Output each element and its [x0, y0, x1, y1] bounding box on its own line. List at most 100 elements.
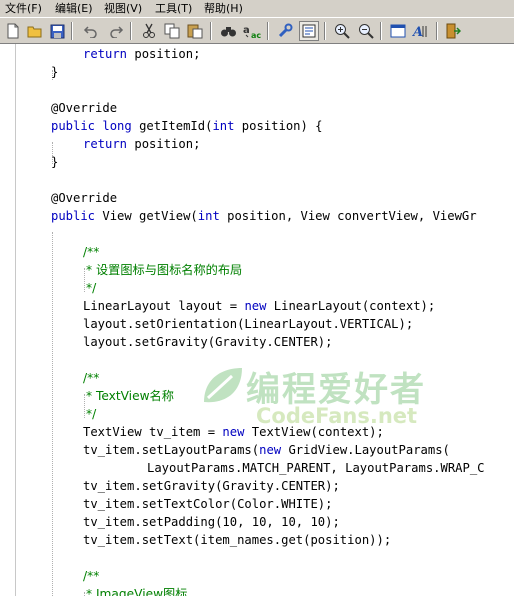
toolbar-separator	[71, 22, 73, 40]
menu-file[interactable]: 文件(F)	[5, 0, 42, 17]
toolbar-separator	[380, 22, 382, 40]
window-icon	[390, 24, 406, 38]
scissors-icon	[143, 23, 155, 38]
toolbar-separator	[436, 22, 438, 40]
keyword: return	[83, 137, 128, 151]
code-line: layout.setGravity(Gravity.CENTER);	[83, 333, 332, 351]
properties-button[interactable]	[299, 21, 319, 41]
code-line: tv_item.setTextColor(Color.WHITE);	[83, 495, 332, 513]
code-line: tv_item.setLayoutParams(new GridView.Lay…	[83, 441, 450, 459]
code-line: }	[51, 153, 58, 171]
toolbar-separator	[324, 22, 326, 40]
keyword: new	[259, 443, 282, 457]
redo-button[interactable]	[106, 21, 126, 41]
new-file-icon	[7, 23, 19, 39]
code-line: */	[86, 405, 96, 423]
binoculars-icon	[220, 27, 236, 37]
svg-text:A: A	[412, 25, 423, 39]
code-line: * ImageView图标	[86, 585, 187, 596]
code-text: TextView(context);	[244, 425, 384, 439]
toolbar-separator	[267, 22, 269, 40]
wrench-icon	[278, 23, 293, 38]
zoom-out-icon	[359, 24, 374, 39]
code-text: LayoutParams.MATCH_PARENT, LayoutParams.…	[147, 461, 485, 475]
code-text: tv_item.setTextColor(Color.WHITE);	[83, 497, 333, 511]
code-text: LinearLayout(context);	[266, 299, 436, 313]
exit-button[interactable]	[443, 21, 463, 41]
indent-guide	[84, 268, 85, 292]
replace-icon: a ac	[243, 25, 261, 39]
find-button[interactable]	[218, 21, 238, 41]
indent-guide	[84, 394, 85, 418]
watermark-title: 编程爱好者	[246, 370, 426, 410]
code-text: layout.setGravity(Gravity.CENTER);	[83, 335, 333, 349]
code-text: tv_item.setLayoutParams(	[83, 443, 260, 457]
document-properties-icon	[302, 24, 316, 38]
code-line: tv_item.setText(item_names.get(position)…	[83, 531, 391, 549]
editor-gutter	[0, 44, 16, 596]
keyword: long	[102, 119, 132, 133]
code-text: GridView.LayoutParams(	[281, 443, 450, 457]
save-button[interactable]	[47, 21, 67, 41]
menu-tools[interactable]: 工具(T)	[155, 0, 192, 17]
code-text: View getView(	[95, 209, 198, 223]
code-line: tv_item.setGravity(Gravity.CENTER);	[83, 477, 340, 495]
code-line: tv_item.setPadding(10, 10, 10, 10);	[83, 513, 340, 531]
menu-view[interactable]: 视图(V)	[104, 0, 142, 17]
code-line: /**	[83, 567, 99, 585]
redo-icon	[109, 26, 123, 38]
code-line: public View getView(int position, View c…	[51, 207, 477, 225]
comment: /**	[83, 569, 100, 583]
comment: * ImageView图标	[86, 587, 188, 596]
annotation: @Override	[51, 191, 118, 205]
replace-button[interactable]: a ac	[242, 21, 262, 41]
keyword: public	[51, 209, 96, 223]
open-folder-icon	[27, 26, 42, 38]
code-line: /**	[83, 369, 99, 387]
keyword: int	[212, 119, 235, 133]
keyword: int	[197, 209, 220, 223]
code-text: TextView tv_item =	[83, 425, 223, 439]
code-text: LinearLayout layout =	[83, 299, 245, 313]
cut-button[interactable]	[139, 21, 159, 41]
zoom-out-button[interactable]	[356, 21, 376, 41]
code-line: LinearLayout layout = new LinearLayout(c…	[83, 297, 435, 315]
comment: */	[86, 407, 97, 421]
undo-button[interactable]	[80, 21, 100, 41]
view-button[interactable]	[388, 21, 408, 41]
tool-button[interactable]	[275, 21, 295, 41]
indent-guide	[84, 592, 85, 596]
code-text: position) {	[234, 119, 323, 133]
code-line: @Override	[51, 99, 117, 117]
toolbar: a ac A	[0, 17, 514, 44]
exit-door-icon	[446, 23, 461, 39]
zoom-in-button[interactable]	[332, 21, 352, 41]
menu-edit[interactable]: 编辑(E)	[55, 0, 93, 17]
keyword: new	[222, 425, 245, 439]
zoom-in-icon	[335, 24, 350, 39]
code-line: public long getItemId(int position) {	[51, 117, 323, 135]
code-text: getItemId(	[131, 119, 213, 133]
code-text: position, View convertView, ViewGr	[219, 209, 477, 223]
comment: * TextView名称	[86, 389, 174, 403]
paste-button[interactable]	[185, 21, 205, 41]
font-button[interactable]: A	[411, 21, 431, 41]
open-file-button[interactable]	[25, 21, 45, 41]
svg-text:ac: ac	[251, 31, 261, 39]
code-text: position;	[127, 137, 201, 151]
comment: /**	[83, 245, 100, 259]
undo-icon	[83, 26, 97, 38]
code-text: }	[51, 65, 59, 79]
code-editor[interactable]: return position; } @Override public long…	[0, 44, 514, 596]
comment: */	[86, 281, 97, 295]
menu-help[interactable]: 帮助(H)	[204, 0, 243, 17]
code-line: @Override	[51, 189, 117, 207]
code-line: */	[86, 279, 96, 297]
code-line: LayoutParams.MATCH_PARENT, LayoutParams.…	[147, 459, 485, 477]
code-text: position;	[127, 47, 201, 61]
indent-guide	[52, 232, 53, 596]
copy-button[interactable]	[162, 21, 182, 41]
new-file-button[interactable]	[3, 21, 23, 41]
svg-text:a: a	[243, 25, 250, 36]
code-line: * 设置图标与图标名称的布局	[86, 261, 242, 279]
